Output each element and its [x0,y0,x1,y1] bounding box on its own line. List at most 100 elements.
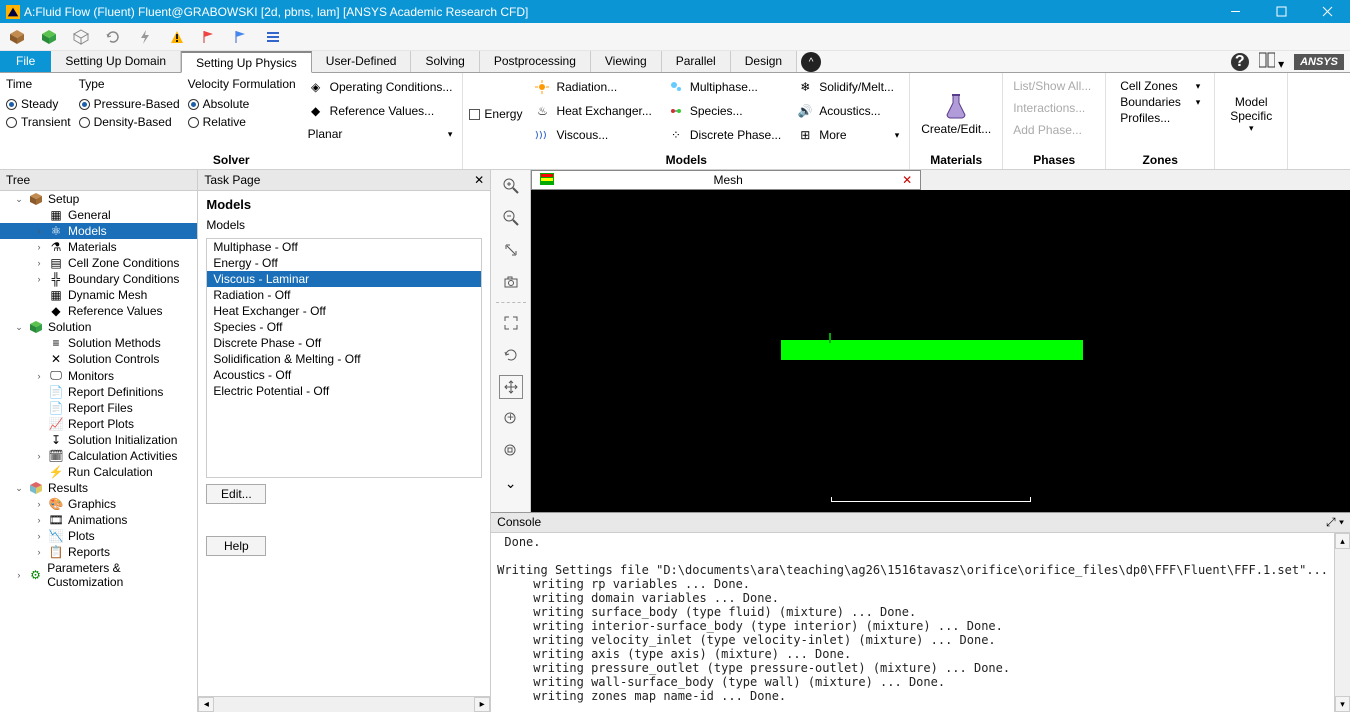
tab-solving[interactable]: Solving [411,51,479,72]
tree-animations[interactable]: ›🎞Animations [0,512,197,528]
tree-models[interactable]: ›⚛Models [0,223,197,239]
canvas-tab-mesh[interactable]: Mesh ✕ [531,170,921,190]
tree-parameters[interactable]: ›⚙Parameters & Customization [0,560,197,590]
minimize-button[interactable] [1212,0,1258,23]
help-icon[interactable]: ? [1231,53,1249,71]
zoom-box-icon[interactable] [499,439,523,463]
solidify-melt-button[interactable]: ❄Solidify/Melt... [793,77,903,97]
tree-solution-controls[interactable]: ✕Solution Controls [0,351,197,367]
lightning-icon[interactable] [136,28,154,46]
tree-reference-values[interactable]: ◆Reference Values [0,303,197,319]
tab-file[interactable]: File [0,51,51,72]
species-button[interactable]: Species... [664,101,785,121]
cube-brown-icon[interactable] [8,28,26,46]
tree-dynamic-mesh[interactable]: ▦Dynamic Mesh [0,287,197,303]
radio-transient[interactable]: Transient [6,115,71,129]
energy-checkbox[interactable]: Energy [469,107,522,121]
discrete-phase-button[interactable]: ⁘Discrete Phase... [664,125,785,145]
tree-run-calculation[interactable]: ⚡Run Calculation [0,464,197,480]
radio-absolute[interactable]: Absolute [188,97,296,111]
model-species[interactable]: Species - Off [207,319,481,335]
tree-calc-activities[interactable]: ›🗓Calculation Activities [0,448,197,464]
model-discrete-phase[interactable]: Discrete Phase - Off [207,335,481,351]
layout-icon[interactable]: ▾ [1259,52,1284,71]
multiphase-button[interactable]: Multiphase... [664,77,785,97]
pan-icon[interactable] [499,375,523,399]
console-dock-icon[interactable]: ⤢ ▾ [1326,515,1344,530]
cube-green-icon[interactable] [40,28,58,46]
refresh-view-icon[interactable] [499,343,523,367]
viscous-button[interactable]: Viscous... [530,125,655,145]
tree-graphics[interactable]: ›🎨Graphics [0,496,197,512]
model-heat-exchanger[interactable]: Heat Exchanger - Off [207,303,481,319]
model-viscous[interactable]: Viscous - Laminar [207,271,481,287]
cube-outline-icon[interactable] [72,28,90,46]
tab-domain[interactable]: Setting Up Domain [51,51,181,72]
model-acoustics[interactable]: Acoustics - Off [207,367,481,383]
create-edit-materials-button[interactable]: Create/Edit... [916,77,996,151]
tree-boundary[interactable]: ›╬Boundary Conditions [0,271,197,287]
help-button[interactable]: Help [206,536,266,556]
camera-icon[interactable] [499,270,523,294]
zoom-in-icon[interactable] [499,174,523,198]
chevron-down-icon[interactable]: ⌄ [499,471,523,495]
triangle-icon[interactable] [168,28,186,46]
refresh-icon[interactable] [104,28,122,46]
tree-reports[interactable]: ›📋Reports [0,544,197,560]
tree-solution-init[interactable]: ↧Solution Initialization [0,432,197,448]
collapse-ribbon-icon[interactable]: ^ [801,52,821,72]
operating-conditions-button[interactable]: ◈Operating Conditions... [304,77,457,97]
tab-design[interactable]: Design [731,51,797,72]
edit-button[interactable]: Edit... [206,484,266,504]
canvas[interactable] [531,190,1350,512]
radio-steady[interactable]: Steady [6,97,71,111]
zoom-plus-q-icon[interactable]: + [499,407,523,431]
tree-results[interactable]: ⌄Results [0,480,197,496]
fit-icon[interactable] [499,311,523,335]
reference-values-button[interactable]: ◆Reference Values... [304,101,457,121]
console-text[interactable]: Done. Writing Settings file "D:\document… [491,533,1334,712]
model-specific-dropdown[interactable]: Model Specific ▾ [1221,77,1281,151]
boundaries-dropdown[interactable]: Boundaries▾ [1120,95,1200,109]
tree-solution[interactable]: ⌄Solution [0,319,197,335]
cell-zones-dropdown[interactable]: Cell Zones▾ [1120,79,1200,93]
model-radiation[interactable]: Radiation - Off [207,287,481,303]
model-multiphase[interactable]: Multiphase - Off [207,239,481,255]
task-scrollbar[interactable]: ◂▸ [198,696,490,712]
radio-pressure-based[interactable]: Pressure-Based [79,97,180,111]
profiles-button[interactable]: Profiles... [1120,111,1200,125]
model-solidification[interactable]: Solidification & Melting - Off [207,351,481,367]
more-dropdown[interactable]: ⊞More▾ [793,125,903,145]
tree-report-plots[interactable]: 📈Report Plots [0,416,197,432]
radio-density-based[interactable]: Density-Based [79,115,180,129]
maximize-button[interactable] [1258,0,1304,23]
tree-monitors[interactable]: ›🖵Monitors [0,367,197,384]
tab-user-defined[interactable]: User-Defined [312,51,412,72]
tab-physics[interactable]: Setting Up Physics [181,51,312,73]
tree-general[interactable]: ▦General [0,207,197,223]
list-icon[interactable] [264,28,282,46]
close-button[interactable] [1304,0,1350,23]
console-scrollbar[interactable]: ▴▾ [1334,533,1350,712]
task-close-icon[interactable]: ✕ [474,173,484,187]
tree-plots[interactable]: ›📉Plots [0,528,197,544]
heat-exchanger-button[interactable]: ♨Heat Exchanger... [530,101,655,121]
flag-red-icon[interactable] [200,28,218,46]
radiation-button[interactable]: Radiation... [530,77,655,97]
flag-blue-icon[interactable] [232,28,250,46]
acoustics-button[interactable]: 🔊Acoustics... [793,101,903,121]
tree-setup[interactable]: ⌄Setup [0,191,197,207]
close-tab-icon[interactable]: ✕ [902,173,912,187]
model-electric-potential[interactable]: Electric Potential - Off [207,383,481,399]
planar-dropdown[interactable]: Planar▾ [304,125,457,143]
tab-postprocessing[interactable]: Postprocessing [480,51,591,72]
tree-report-files[interactable]: 📄Report Files [0,400,197,416]
models-list[interactable]: Multiphase - Off Energy - Off Viscous - … [206,238,482,478]
tree-materials[interactable]: ›⚗Materials [0,239,197,255]
tab-viewing[interactable]: Viewing [591,51,662,72]
tree-solution-methods[interactable]: ≡Solution Methods [0,335,197,351]
radio-relative[interactable]: Relative [188,115,296,129]
tree-report-definitions[interactable]: 📄Report Definitions [0,384,197,400]
tab-parallel[interactable]: Parallel [662,51,731,72]
orbit-icon[interactable] [499,238,523,262]
